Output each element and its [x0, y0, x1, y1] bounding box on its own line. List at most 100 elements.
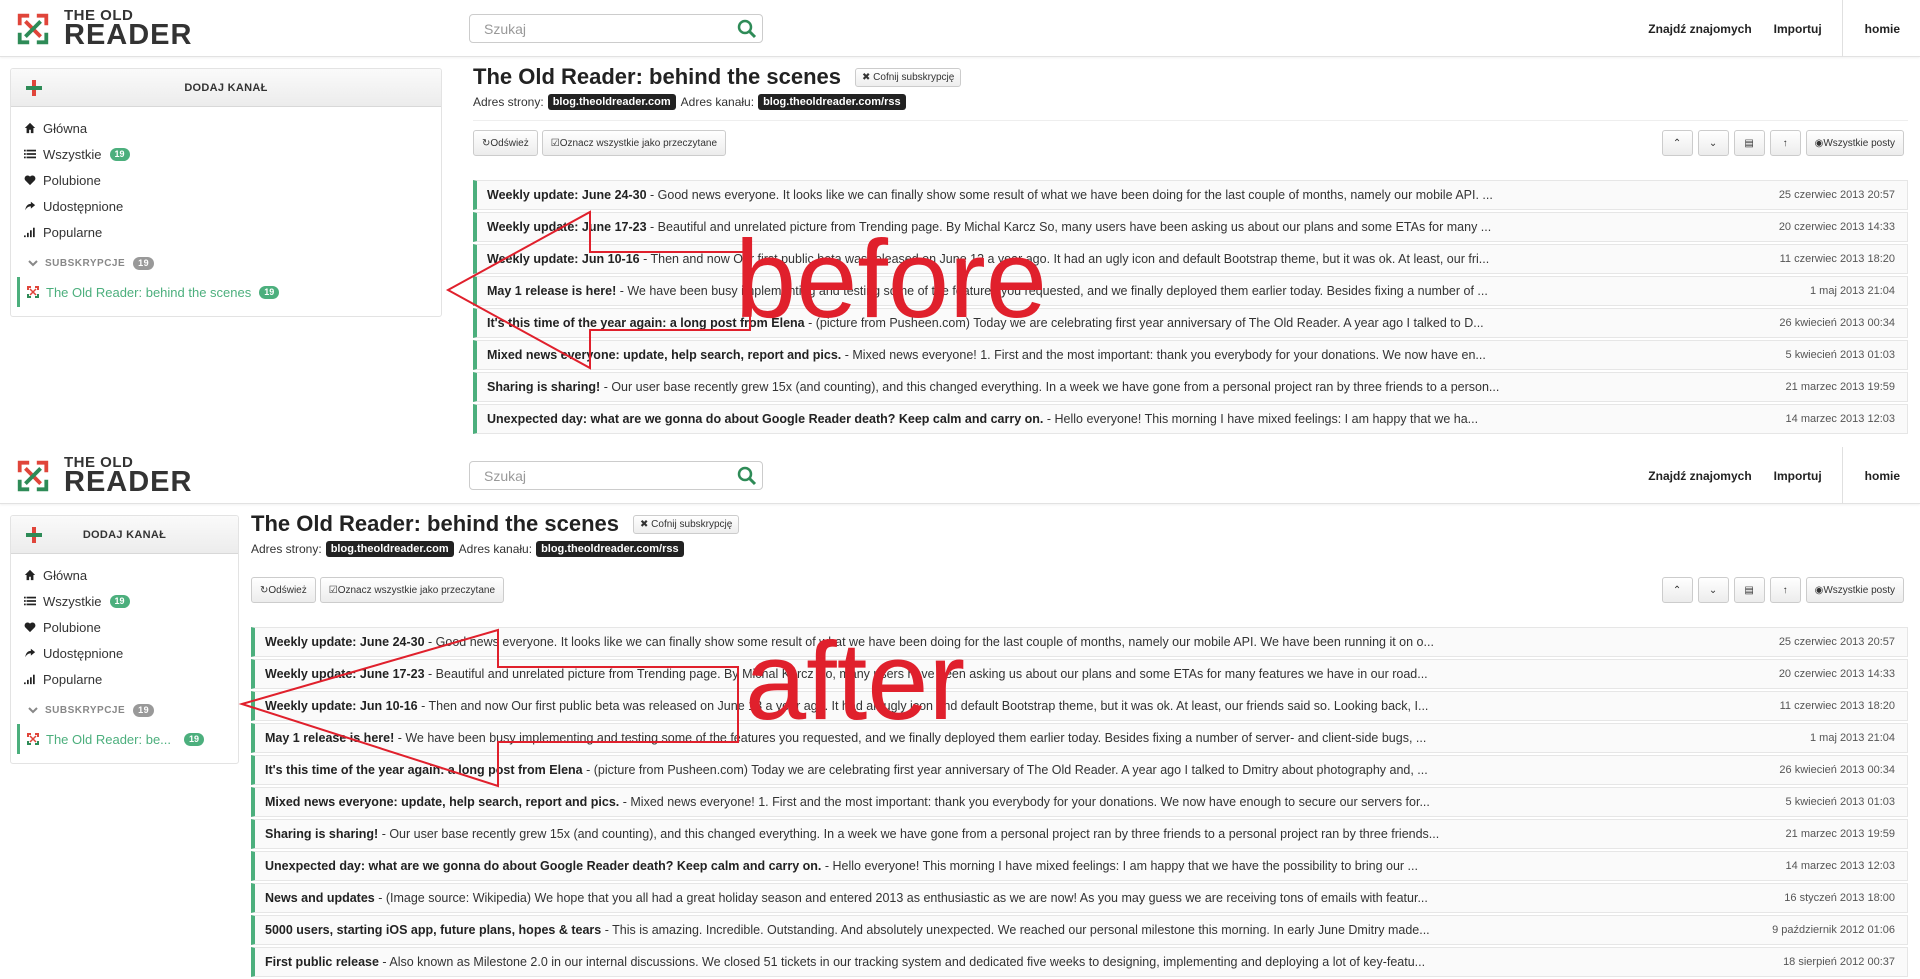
- site-url-link[interactable]: blog.theoldreader.com: [325, 541, 454, 557]
- plus-icon: [26, 527, 42, 543]
- mark-all-read-label: Oznacz wszystkie jako przeczytane: [559, 137, 717, 149]
- subscription-name: The Old Reader: behind the scenes: [46, 284, 252, 300]
- add-feed-button[interactable]: DODAJ KANAŁ: [11, 516, 238, 554]
- subscriptions-header[interactable]: SUBSKRYPCJE 19: [23, 249, 441, 277]
- post-date: 25 czerwiec 2013 20:57: [1778, 636, 1895, 648]
- post-date: 14 marzec 2013 12:03: [1785, 413, 1895, 425]
- import-link[interactable]: Importuj: [1774, 22, 1822, 36]
- previous-post-button[interactable]: ⌃: [1661, 130, 1693, 156]
- sort-order-button[interactable]: ↑: [1769, 577, 1801, 603]
- search-input[interactable]: [470, 15, 720, 42]
- site-url-link[interactable]: blog.theoldreader.com: [547, 94, 676, 110]
- list-icon: [23, 147, 37, 161]
- view-mode-button[interactable]: ▤: [1733, 577, 1765, 603]
- sidebar-item-label: Polubione: [43, 619, 101, 635]
- unsubscribe-button[interactable]: ✖ Cofnij subskrypcję: [854, 67, 962, 87]
- post-date: 16 styczeń 2013 18:00: [1784, 892, 1895, 904]
- unsubscribe-label: Cofnij subskrypcję: [651, 518, 733, 530]
- sidebar-item-label: Udostępnione: [43, 198, 124, 214]
- add-feed-label: DODAJ KANAŁ: [184, 81, 268, 94]
- post-snippet: - Our user base recently grew 15x (and c…: [378, 827, 1440, 841]
- sidebar-item-popular[interactable]: Popularne: [23, 666, 238, 692]
- sidebar-item-home[interactable]: Główna: [23, 562, 238, 588]
- post-row[interactable]: Unexpected day: what are we gonna do abo…: [251, 851, 1908, 881]
- subscription-item[interactable]: The Old Reader: behind the scenes 19: [17, 277, 441, 307]
- logo[interactable]: THE OLD READER: [14, 455, 192, 497]
- post-title: Unexpected day: what are we gonna do abo…: [265, 859, 822, 873]
- mark-all-read-button[interactable]: ☑ Oznacz wszystkie jako przeczytane: [319, 577, 504, 603]
- sidebar-item-shared[interactable]: Udostępnione: [23, 193, 441, 219]
- feed-meta: Adres strony: blog.theoldreader.com Adre…: [473, 94, 1908, 110]
- find-friends-link[interactable]: Znajdź znajomych: [1648, 22, 1751, 36]
- subscriptions-header[interactable]: SUBSKRYPCJE 19: [23, 696, 238, 724]
- feed-url-label: Adres kanału:: [458, 542, 533, 556]
- home-icon: [23, 568, 37, 582]
- post-date: 5 kwiecień 2013 01:03: [1785, 349, 1895, 361]
- find-friends-link[interactable]: Znajdź znajomych: [1648, 469, 1751, 483]
- add-feed-button[interactable]: DODAJ KANAŁ: [11, 69, 441, 107]
- feed-favicon-icon: [27, 733, 39, 745]
- heart-icon: [23, 620, 37, 634]
- sort-order-button[interactable]: ↑: [1769, 130, 1801, 156]
- user-menu[interactable]: homie: [1865, 22, 1900, 36]
- post-row[interactable]: Sharing is sharing! - Our user base rece…: [251, 819, 1908, 849]
- post-row[interactable]: News and updates - (Image source: Wikipe…: [251, 883, 1908, 913]
- refresh-button[interactable]: ↻ Odśwież: [473, 130, 538, 156]
- import-link[interactable]: Importuj: [1774, 469, 1822, 483]
- sidebar-item-shared[interactable]: Udostępnione: [23, 640, 238, 666]
- refresh-button[interactable]: ↻ Odśwież: [251, 577, 316, 603]
- feed-url-link[interactable]: blog.theoldreader.com/rss: [758, 94, 906, 110]
- post-date: 20 czerwiec 2013 14:33: [1778, 668, 1895, 680]
- feed-meta: Adres strony: blog.theoldreader.com Adre…: [251, 541, 1908, 557]
- post-row[interactable]: Sharing is sharing! - Our user base rece…: [473, 372, 1908, 402]
- chevron-down-icon: [28, 707, 38, 714]
- post-snippet: - This is amazing. Incredible. Outstandi…: [601, 923, 1430, 937]
- search-icon[interactable]: [736, 465, 758, 487]
- all-posts-label: Wszystkie posty: [1823, 584, 1895, 596]
- feed-url-link[interactable]: blog.theoldreader.com/rss: [536, 541, 684, 557]
- subscription-item[interactable]: The Old Reader: be... 19: [17, 724, 238, 754]
- post-date: 26 kwiecień 2013 00:34: [1779, 317, 1895, 329]
- check-icon: ☑: [550, 137, 560, 149]
- logo[interactable]: THE OLD READER: [14, 8, 192, 50]
- post-title: 5000 users, starting iOS app, future pla…: [265, 923, 602, 937]
- next-post-button[interactable]: ⌄: [1697, 130, 1729, 156]
- next-post-button[interactable]: ⌄: [1697, 577, 1729, 603]
- sidebar-item-liked[interactable]: Polubione: [23, 614, 238, 640]
- logo-icon: [17, 460, 49, 492]
- post-row[interactable]: First public release - Also known as Mil…: [251, 947, 1908, 977]
- previous-post-button[interactable]: ⌃: [1661, 577, 1693, 603]
- unsubscribe-button[interactable]: ✖ Cofnij subskrypcję: [632, 514, 740, 534]
- sidebar-item-home[interactable]: Główna: [23, 115, 441, 141]
- user-menu[interactable]: homie: [1865, 469, 1900, 483]
- feed-toolbar: ↻ Odśwież ☑ Oznacz wszystkie jako przecz…: [473, 130, 730, 156]
- sidebar-item-all[interactable]: Wszystkie 19: [23, 588, 238, 614]
- post-row[interactable]: 5000 users, starting iOS app, future pla…: [251, 915, 1908, 945]
- search-box: [469, 14, 763, 43]
- feed-toolbar: ↻ Odśwież ☑ Oznacz wszystkie jako przecz…: [251, 577, 508, 603]
- add-feed-label: DODAJ KANAŁ: [82, 528, 167, 541]
- subscriptions-count-badge: 19: [133, 256, 155, 270]
- search-icon[interactable]: [736, 18, 758, 40]
- post-title: Sharing is sharing!: [487, 380, 601, 394]
- post-row[interactable]: Unexpected day: what are we gonna do abo…: [473, 404, 1908, 434]
- post-title: News and updates: [265, 891, 375, 905]
- search-input[interactable]: [470, 462, 720, 489]
- refresh-label: Odśwież: [268, 584, 307, 596]
- sidebar-item-liked[interactable]: Polubione: [23, 167, 441, 193]
- sidebar-item-all[interactable]: Wszystkie 19: [23, 141, 441, 167]
- post-date: 18 sierpień 2012 00:37: [1783, 956, 1895, 968]
- refresh-icon: ↻: [260, 584, 269, 596]
- list-view-icon: ▤: [1744, 137, 1754, 149]
- home-icon: [23, 121, 37, 135]
- all-posts-filter-button[interactable]: ◉ Wszystkie posty: [1805, 577, 1904, 603]
- mark-all-read-button[interactable]: ☑ Oznacz wszystkie jako przeczytane: [541, 130, 726, 156]
- sidebar-item-popular[interactable]: Popularne: [23, 219, 441, 245]
- eye-icon: ◉: [1814, 584, 1824, 596]
- after-screenshot: THE OLD READER Znajdź znajomych Importuj…: [0, 447, 1920, 979]
- all-posts-filter-button[interactable]: ◉ Wszystkie posty: [1805, 130, 1904, 156]
- view-mode-button[interactable]: ▤: [1733, 130, 1765, 156]
- sidebar-item-label: Wszystkie: [43, 593, 102, 609]
- post-summary: Unexpected day: what are we gonna do abo…: [265, 859, 1418, 873]
- post-snippet: - Also known as Milestone 2.0 in our int…: [378, 955, 1426, 969]
